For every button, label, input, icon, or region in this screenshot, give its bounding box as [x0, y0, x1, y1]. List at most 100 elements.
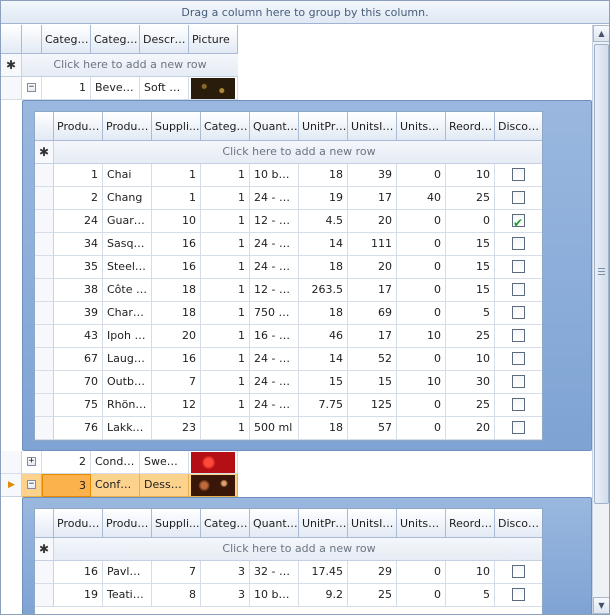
cell-product-id[interactable]: 70: [54, 371, 103, 394]
column-header-product-name[interactable]: Produc...: [103, 112, 152, 141]
cell-units-on-order[interactable]: 0: [397, 279, 446, 302]
cell-reorder-level[interactable]: 15: [446, 256, 495, 279]
column-header-category-id[interactable]: Catego...: [201, 112, 250, 141]
cell-supplier-id[interactable]: 16: [152, 233, 201, 256]
cell-supplier-id[interactable]: 16: [152, 348, 201, 371]
column-header-category-name[interactable]: Catego...: [91, 25, 140, 54]
cell-supplier-id[interactable]: 18: [152, 302, 201, 325]
checkbox-icon[interactable]: [512, 237, 525, 250]
vertical-scrollbar[interactable]: ▲ ▼: [592, 25, 609, 614]
cell-unit-price[interactable]: 18: [299, 417, 348, 440]
cell-units-in-stock[interactable]: 17: [348, 279, 397, 302]
cell-category-id[interactable]: 1: [201, 210, 250, 233]
cell-reorder-level[interactable]: 25: [446, 325, 495, 348]
cell-units-in-stock[interactable]: 111: [348, 233, 397, 256]
column-header-product-id[interactable]: Produc...: [54, 509, 103, 538]
cell-product-id[interactable]: 38: [54, 279, 103, 302]
scroll-down-icon[interactable]: ▼: [593, 597, 609, 614]
cell-units-in-stock[interactable]: 125: [348, 394, 397, 417]
cell-category-id[interactable]: 1: [201, 256, 250, 279]
column-header-supplier-id[interactable]: Suppli...: [152, 509, 201, 538]
cell-product-id[interactable]: 67: [54, 348, 103, 371]
cell-discontinued[interactable]: [495, 417, 542, 440]
column-header-product-name[interactable]: Produc...: [103, 509, 152, 538]
cell-units-in-stock[interactable]: 17: [348, 187, 397, 210]
column-header-discontinued[interactable]: Discon...: [495, 112, 542, 141]
column-header-category-id[interactable]: Catego...: [42, 25, 91, 54]
cell-category-id[interactable]: 1: [201, 233, 250, 256]
cell-quantity-per-unit[interactable]: 10 box...: [250, 164, 299, 187]
cell-category-id[interactable]: 1: [201, 325, 250, 348]
cell-units-in-stock[interactable]: 20: [348, 256, 397, 279]
cell-units-on-order[interactable]: 0: [397, 348, 446, 371]
cell-supplier-id[interactable]: 16: [152, 256, 201, 279]
cell-category-id[interactable]: 1: [201, 394, 250, 417]
cell-unit-price[interactable]: 18: [299, 164, 348, 187]
column-header-unit-price[interactable]: UnitPri...: [299, 509, 348, 538]
cell-reorder-level[interactable]: 25: [446, 187, 495, 210]
cell-reorder-level[interactable]: 15: [446, 233, 495, 256]
cell-reorder-level[interactable]: 20: [446, 417, 495, 440]
cell-product-id[interactable]: 24: [54, 210, 103, 233]
cell-unit-price[interactable]: 7.75: [299, 394, 348, 417]
column-header-quantity-per-unit[interactable]: Quanti...: [250, 112, 299, 141]
cell-quantity-per-unit[interactable]: 32 - 5...: [250, 561, 299, 584]
cell-units-in-stock[interactable]: 17: [348, 325, 397, 348]
cell-units-on-order[interactable]: 0: [397, 302, 446, 325]
cell-reorder-level[interactable]: 10: [446, 164, 495, 187]
cell-units-in-stock[interactable]: 57: [348, 417, 397, 440]
cell-supplier-id[interactable]: 7: [152, 561, 201, 584]
cell-product-id[interactable]: 1: [54, 164, 103, 187]
cell-category-id[interactable]: 1: [42, 77, 91, 100]
column-header-category-id[interactable]: Catego...: [201, 509, 250, 538]
cell-discontinued[interactable]: [495, 164, 542, 187]
cell-category-name[interactable]: Condi...: [91, 451, 140, 474]
cell-category-id[interactable]: 1: [201, 417, 250, 440]
cell-supplier-id[interactable]: 23: [152, 417, 201, 440]
cell-units-on-order[interactable]: 0: [397, 233, 446, 256]
cell-product-id[interactable]: 39: [54, 302, 103, 325]
column-header-supplier-id[interactable]: Suppli...: [152, 112, 201, 141]
checkbox-icon[interactable]: [512, 352, 525, 365]
cell-reorder-level[interactable]: 5: [446, 584, 495, 607]
cell-units-on-order[interactable]: 0: [397, 417, 446, 440]
cell-quantity-per-unit[interactable]: 24 - 0...: [250, 394, 299, 417]
cell-product-name[interactable]: Outba...: [103, 371, 152, 394]
cell-unit-price[interactable]: 19: [299, 187, 348, 210]
cell-quantity-per-unit[interactable]: 24 - 3...: [250, 371, 299, 394]
cell-unit-price[interactable]: 46: [299, 325, 348, 348]
cell-unit-price[interactable]: 14: [299, 233, 348, 256]
cell-category-id[interactable]: 3: [201, 584, 250, 607]
cell-units-in-stock[interactable]: 25: [348, 584, 397, 607]
cell-product-name[interactable]: Guara...: [103, 210, 152, 233]
cell-category-id[interactable]: 3: [201, 561, 250, 584]
cell-unit-price[interactable]: 4.5: [299, 210, 348, 233]
cell-quantity-per-unit[interactable]: 10 box...: [250, 584, 299, 607]
cell-supplier-id[interactable]: 8: [152, 584, 201, 607]
cell-discontinued[interactable]: [495, 233, 542, 256]
expand-icon[interactable]: +: [27, 457, 36, 466]
cell-units-on-order[interactable]: 0: [397, 394, 446, 417]
master-new-row[interactable]: Click here to add a new row: [22, 54, 238, 77]
cell-units-on-order[interactable]: 10: [397, 325, 446, 348]
cell-product-name[interactable]: Chartr...: [103, 302, 152, 325]
cell-quantity-per-unit[interactable]: 12 - 3...: [250, 210, 299, 233]
column-header-unit-price[interactable]: UnitPri...: [299, 112, 348, 141]
cell-units-in-stock[interactable]: 20: [348, 210, 397, 233]
cell-reorder-level[interactable]: 5: [446, 302, 495, 325]
cell-reorder-level[interactable]: 30: [446, 371, 495, 394]
column-header-units-in-stock[interactable]: UnitsIn...: [348, 509, 397, 538]
cell-units-on-order[interactable]: 0: [397, 561, 446, 584]
cell-category-id[interactable]: 1: [201, 164, 250, 187]
cell-discontinued[interactable]: [495, 256, 542, 279]
detail-new-row[interactable]: Click here to add a new row: [54, 538, 542, 561]
scrollbar-thumb[interactable]: [594, 44, 609, 504]
cell-product-name[interactable]: Chang: [103, 187, 152, 210]
cell-category-id[interactable]: 1: [201, 187, 250, 210]
checkbox-icon[interactable]: [512, 398, 525, 411]
cell-units-in-stock[interactable]: 15: [348, 371, 397, 394]
cell-unit-price[interactable]: 18: [299, 256, 348, 279]
cell-description[interactable]: Soft dr...: [140, 77, 189, 100]
cell-quantity-per-unit[interactable]: 500 ml: [250, 417, 299, 440]
column-header-product-id[interactable]: Produc...: [54, 112, 103, 141]
